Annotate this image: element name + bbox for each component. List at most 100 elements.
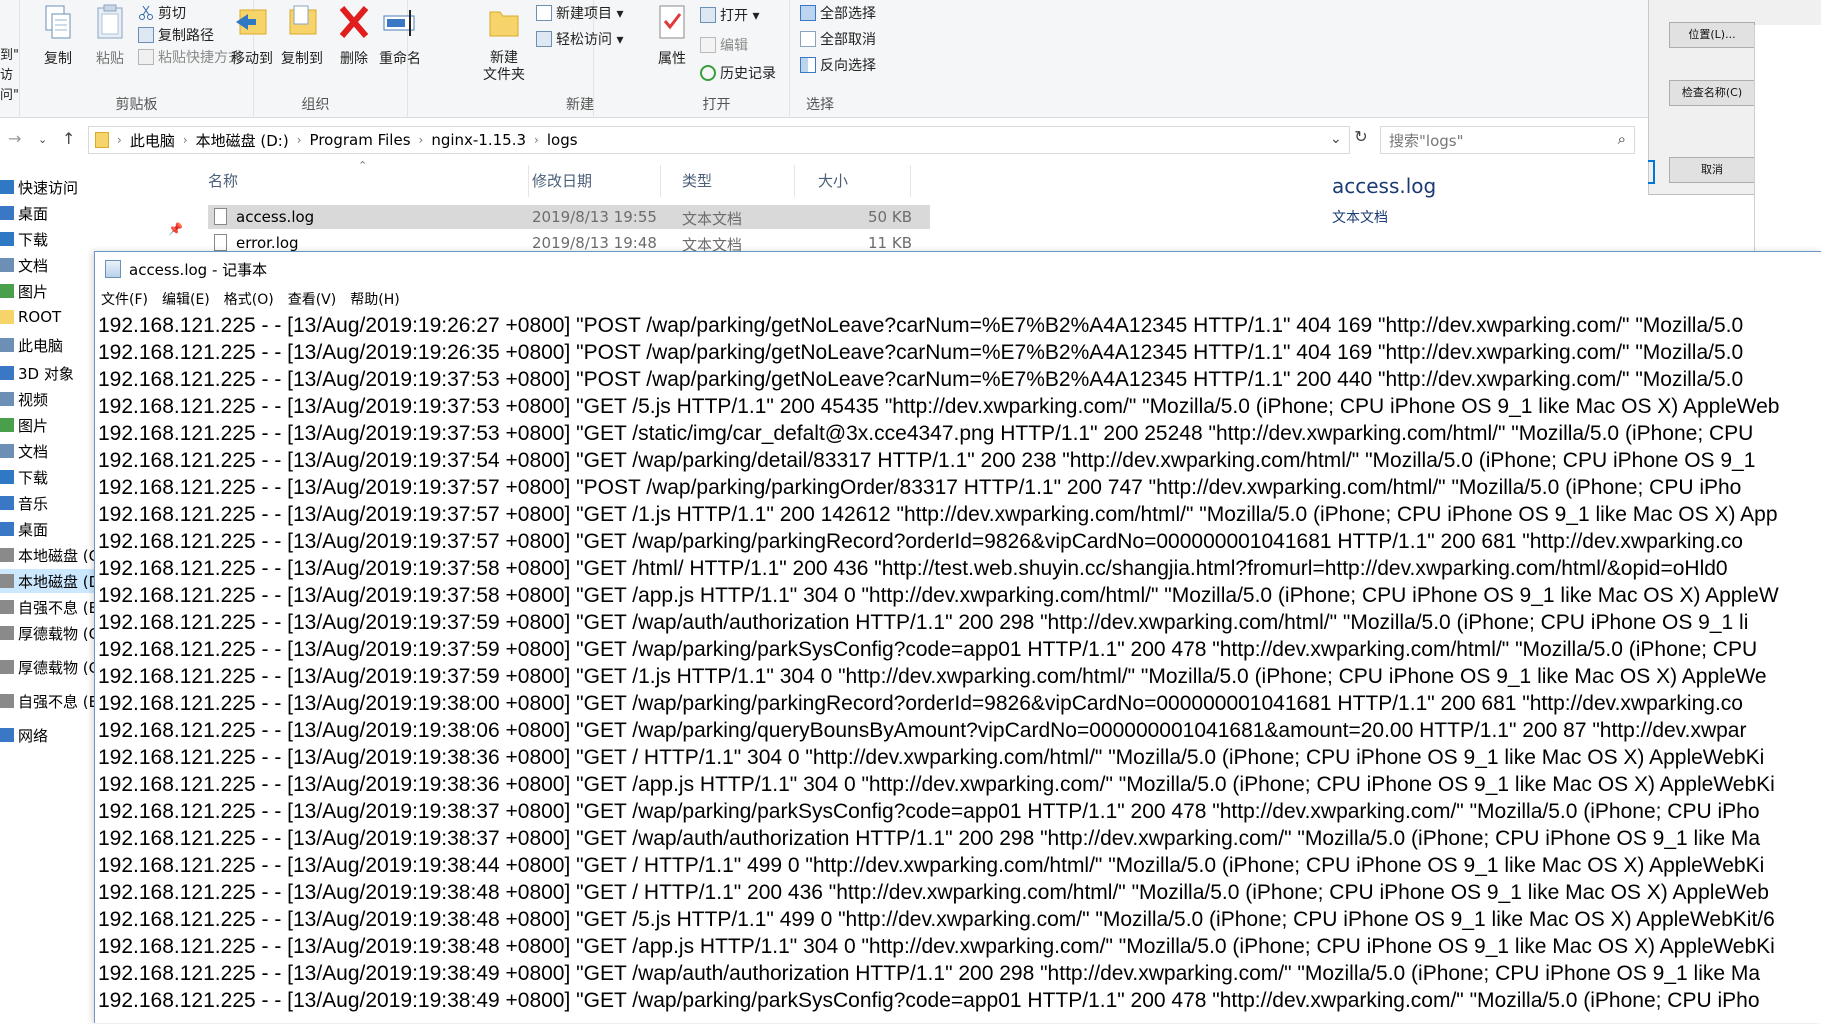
recent-locations-chevron-icon[interactable]: ⌄ — [38, 133, 47, 146]
easy-access-label: 轻松访问 ▾ — [556, 32, 624, 48]
log-line: 192.168.121.225 - - [13/Aug/2019:19:37:5… — [98, 476, 1742, 499]
sidebar-item[interactable]: 图片 — [0, 413, 48, 437]
sidebar-item[interactable]: 网络 — [0, 723, 48, 747]
sidebar-item-icon — [0, 418, 14, 432]
sidebar-item-label: 本地磁盘 (C — [18, 546, 100, 565]
select-all-button[interactable]: 全部选择 — [800, 2, 876, 24]
move-to-button[interactable]: 移动到 — [228, 4, 276, 68]
file-size: 50 KB — [868, 208, 912, 226]
file-type: 文本文档 — [682, 210, 743, 228]
sidebar-item-icon — [0, 496, 14, 510]
sidebar-item-label: 下载 — [18, 230, 49, 249]
sidebar-item[interactable]: 下载 — [0, 465, 48, 489]
log-line: 192.168.121.225 - - [13/Aug/2019:19:37:5… — [98, 503, 1778, 526]
sidebar-item[interactable]: 文档 — [0, 253, 48, 277]
log-line: 192.168.121.225 - - [13/Aug/2019:19:26:3… — [98, 341, 1744, 364]
up-arrow-icon[interactable]: ↑ — [62, 129, 75, 148]
menu-view[interactable]: 查看(V) — [288, 289, 337, 309]
column-divider[interactable] — [910, 165, 911, 197]
column-date-header[interactable]: 修改日期 — [532, 170, 592, 191]
log-line: 192.168.121.225 - - [13/Aug/2019:19:38:4… — [98, 854, 1765, 877]
search-input[interactable]: 搜索"logs" ⌕ — [1380, 126, 1635, 154]
sidebar-item-label: 快速访问 — [18, 178, 79, 197]
organize-group-label: 组织 — [301, 97, 330, 113]
breadcrumb-drive-d[interactable]: 本地磁盘 (D:) — [196, 130, 289, 151]
sidebar-item[interactable]: 本地磁盘 (C — [0, 543, 99, 567]
log-line: 192.168.121.225 - - [13/Aug/2019:19:38:3… — [98, 800, 1760, 823]
address-bar-row: → ⌄ ↑ › 此电脑 › 本地磁盘 (D:) › Program Files … — [0, 125, 1648, 155]
sidebar-item[interactable]: 图片 — [0, 279, 48, 303]
copy-path-button[interactable]: 复制路径 — [138, 24, 214, 46]
breadcrumb-this-pc[interactable]: 此电脑 — [130, 130, 175, 151]
sidebar-item[interactable]: 音乐 — [0, 491, 48, 515]
sidebar-item[interactable]: 桌面 — [0, 517, 48, 541]
column-divider[interactable] — [794, 165, 795, 197]
new-item-button[interactable]: 新建项目 ▾ — [536, 2, 623, 24]
sidebar-item[interactable]: 桌面 — [0, 201, 48, 225]
sidebar-item[interactable]: ROOT — [0, 305, 61, 329]
file-row-access-log[interactable]: access.log 2019/8/13 19:55 文本文档 50 KB — [208, 205, 930, 229]
edit-button[interactable]: 编辑 — [700, 34, 748, 56]
sidebar-item[interactable]: 文档 — [0, 439, 48, 463]
notepad-text-area[interactable]: 192.168.121.225 - - [13/Aug/2019:19:26:2… — [98, 312, 1821, 1024]
paste-button[interactable]: 粘贴 — [86, 4, 134, 68]
log-line: 192.168.121.225 - - [13/Aug/2019:19:37:5… — [98, 422, 1754, 445]
sidebar-item[interactable]: 视频 — [0, 387, 48, 411]
column-divider[interactable] — [660, 165, 661, 197]
sidebar-item[interactable]: 厚德载物 (G — [0, 621, 100, 645]
easy-access-button[interactable]: 轻松访问 ▾ — [536, 28, 623, 50]
column-name-header[interactable]: 名称 — [208, 170, 238, 191]
sidebar-item[interactable]: 自强不息 (E:) — [0, 689, 109, 713]
column-type-header[interactable]: 类型 — [682, 170, 712, 191]
menu-format[interactable]: 格式(O) — [224, 289, 274, 309]
select-group-label: 选择 — [806, 97, 834, 113]
column-divider[interactable] — [528, 165, 529, 197]
select-none-button[interactable]: 全部取消 — [800, 28, 876, 50]
menu-file[interactable]: 文件(F) — [101, 289, 148, 309]
cut-button[interactable]: 剪切 — [138, 2, 186, 24]
copy-to-button[interactable]: 复制到 — [278, 4, 326, 68]
sidebar-item[interactable]: 下载 — [0, 227, 48, 251]
location-button[interactable]: 位置(L)... — [1669, 22, 1755, 48]
sidebar-item[interactable]: 自强不息 (E — [0, 595, 98, 619]
breadcrumb-logs[interactable]: logs — [547, 131, 578, 149]
sidebar-item[interactable]: 厚德载物 (G: — [0, 655, 105, 679]
notepad-titlebar[interactable]: access.log - 记事本 — [95, 252, 1821, 286]
sidebar-item-label: 厚德载物 (G: — [18, 658, 106, 677]
invert-selection-button[interactable]: 反向选择 — [800, 54, 876, 76]
sidebar-item-label: 下载 — [18, 468, 49, 487]
check-names-button[interactable]: 检查名称(C) — [1669, 80, 1755, 106]
paste-shortcut-icon — [138, 49, 154, 65]
sidebar-item-label: 桌面 — [18, 520, 49, 539]
log-line: 192.168.121.225 - - [13/Aug/2019:19:38:4… — [98, 989, 1760, 1012]
delete-button[interactable]: 删除 — [330, 4, 378, 68]
address-history-chevron-icon[interactable]: ⌄ — [1330, 131, 1342, 147]
select-none-icon — [800, 31, 816, 47]
sidebar-item[interactable]: 3D 对象 — [0, 361, 74, 385]
new-item-icon — [536, 5, 552, 21]
address-box[interactable]: › 此电脑 › 本地磁盘 (D:) › Program Files › ngin… — [88, 126, 1350, 154]
menu-help[interactable]: 帮助(H) — [350, 289, 399, 309]
breadcrumb-separator-icon: › — [296, 133, 302, 147]
copy-button[interactable]: 复制 — [34, 4, 82, 68]
sidebar-item[interactable]: 快速访问 — [0, 175, 78, 199]
breadcrumb-nginx[interactable]: nginx-1.15.3 — [431, 131, 526, 149]
refresh-icon[interactable]: ↻ — [1349, 127, 1373, 153]
breadcrumb-program-files[interactable]: Program Files — [310, 131, 411, 149]
copy-path-icon — [138, 27, 154, 43]
forward-arrow-icon[interactable]: → — [8, 129, 21, 148]
log-line: 192.168.121.225 - - [13/Aug/2019:19:37:5… — [98, 557, 1728, 580]
menu-edit[interactable]: 编辑(E) — [162, 289, 210, 309]
sidebar-item[interactable]: 此电脑 — [0, 333, 63, 357]
sidebar-item-icon — [0, 470, 14, 484]
edit-label: 编辑 — [720, 38, 748, 54]
properties-button[interactable]: 属性 — [648, 4, 696, 68]
pin-icon[interactable]: 📌 — [168, 222, 183, 236]
sidebar-item-icon — [0, 206, 14, 220]
new-folder-button[interactable]: 新建 文件夹 — [480, 4, 528, 84]
cancel-button[interactable]: 取消 — [1669, 157, 1755, 183]
column-size-header[interactable]: 大小 — [818, 170, 848, 191]
open-button[interactable]: 打开 ▾ — [700, 4, 759, 26]
ok-button-edge[interactable] — [1648, 160, 1655, 184]
history-button[interactable]: 历史记录 — [700, 62, 776, 84]
